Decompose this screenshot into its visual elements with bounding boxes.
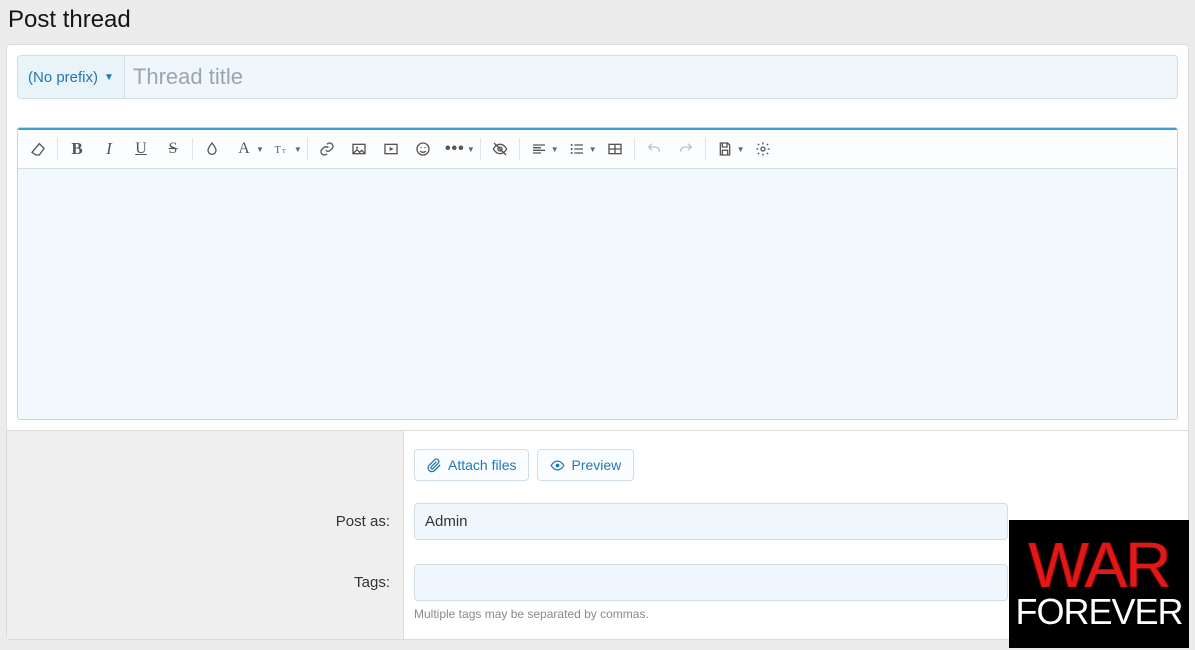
toggle-bbcode-button[interactable] [484,134,516,164]
italic-button[interactable]: I [93,134,125,164]
redo-icon [678,141,694,157]
save-icon [717,141,733,157]
toolbar-separator [519,138,520,160]
gear-icon [755,141,771,157]
media-icon [383,141,399,157]
logo-line2: FOREVER [1015,594,1182,630]
caret-down-icon: ▼ [294,145,302,154]
page-title: Post thread [8,6,1189,34]
tags-hint: Multiple tags may be separated by commas… [414,607,1008,621]
thread-title-input[interactable] [125,56,1177,98]
toolbar-separator [634,138,635,160]
paperclip-icon [427,458,442,473]
insert-image-button[interactable] [343,134,375,164]
preview-button[interactable]: Preview [537,449,634,481]
toolbar-separator [705,138,706,160]
toolbar-separator [480,138,481,160]
insert-link-button[interactable] [311,134,343,164]
editor-toolbar: B I U S A ▼ TT ▼ [18,130,1177,169]
toolbar-separator [57,138,58,160]
tags-label: Tags: [8,564,404,591]
toolbar-separator [192,138,193,160]
bold-button[interactable]: B [61,134,93,164]
eye-slash-icon [492,141,508,157]
text-color-button[interactable] [196,134,228,164]
attach-files-button[interactable]: Attach files [414,449,529,481]
undo-button[interactable] [638,134,670,164]
caret-down-icon: ▼ [256,145,264,154]
caret-down-icon: ▼ [589,145,597,154]
underline-button[interactable]: U [125,134,157,164]
strikethrough-button[interactable]: S [157,134,189,164]
undo-icon [646,141,662,157]
caret-down-icon: ▼ [551,145,559,154]
thread-title-row: (No prefix) ▼ [17,55,1178,99]
post-as-label: Post as: [8,503,404,530]
svg-text:T: T [282,149,286,155]
align-left-icon [531,141,547,157]
redo-button[interactable] [670,134,702,164]
attach-files-label: Attach files [448,457,516,473]
prefix-dropdown[interactable]: (No prefix) ▼ [18,56,125,98]
insert-table-button[interactable] [599,134,631,164]
prefix-label: (No prefix) [28,69,98,86]
caret-down-icon: ▼ [467,145,475,154]
list-icon [569,141,585,157]
action-buttons: Attach files Preview [404,449,1188,503]
settings-button[interactable] [747,134,779,164]
link-icon [319,141,335,157]
droplet-icon [204,141,220,157]
tags-input[interactable] [414,564,1008,601]
editor: B I U S A ▼ TT ▼ [17,127,1178,420]
insert-media-button[interactable] [375,134,407,164]
site-logo: WAR FOREVER [1009,520,1189,648]
post-as-input[interactable] [414,503,1008,540]
smilie-button[interactable] [407,134,439,164]
font-size-icon: TT [274,141,290,157]
form-label-column [7,431,403,639]
editor-textarea[interactable] [18,169,1177,419]
toolbar-separator [307,138,308,160]
svg-text:T: T [275,145,281,156]
caret-down-icon: ▼ [737,145,745,154]
caret-down-icon: ▼ [104,72,114,83]
eye-icon [550,458,565,473]
logo-line1: WAR [1029,538,1170,592]
smile-icon [415,141,431,157]
preview-label: Preview [571,457,621,473]
remove-formatting-button[interactable] [22,134,54,164]
eraser-icon [30,141,46,157]
table-icon [607,141,623,157]
image-icon [351,141,367,157]
